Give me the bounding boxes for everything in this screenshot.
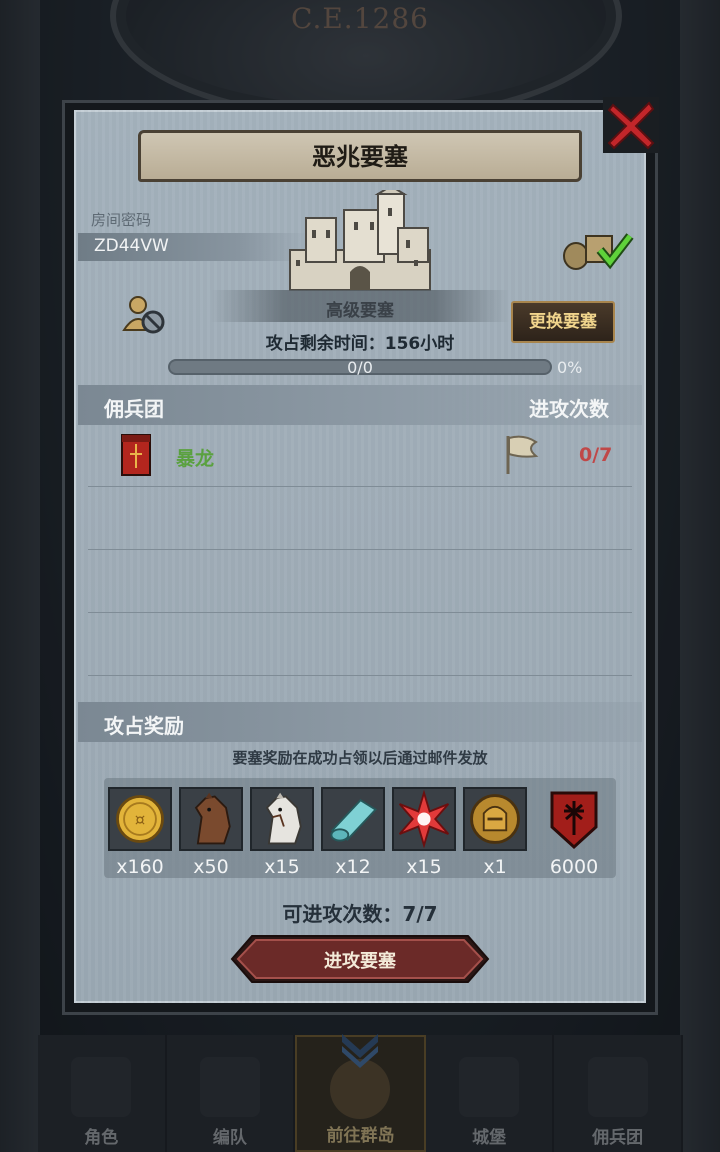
reward-quantity: 6000 <box>549 856 599 878</box>
gold-coin-icon[interactable]: ¤ <box>108 787 172 851</box>
reward-quantity: x15 <box>406 856 442 878</box>
reward-quantity: x50 <box>193 856 229 878</box>
time-remaining: 攻占剩余时间：156小时 <box>265 334 455 354</box>
list-divider <box>88 549 632 550</box>
attack-count-header: 进攻次数 <box>529 397 609 421</box>
list-divider <box>88 486 632 487</box>
mercenary-name[interactable]: 暴龙 <box>176 444 214 471</box>
red-banner-icon <box>121 434 151 476</box>
red-shield-emblem-icon[interactable] <box>542 787 606 851</box>
capture-progress-text: 0/0 <box>347 358 373 377</box>
list-divider <box>88 675 632 676</box>
mercenary-header: 佣兵团 <box>104 397 164 421</box>
reward-quantity: x160 <box>116 856 164 878</box>
mercenary-attack-count: 0/7 <box>579 444 613 466</box>
supplies-check-icon <box>563 233 634 270</box>
reward-quantity: x15 <box>264 856 300 878</box>
list-divider <box>88 612 632 613</box>
cloth-bolt-icon[interactable] <box>321 787 385 851</box>
room-code-label: 房间密码 <box>91 211 152 229</box>
close-icon[interactable] <box>603 97 659 153</box>
reward-quantity: x12 <box>335 856 371 878</box>
fortress-level: 高级要塞 <box>326 301 394 321</box>
reward-quantity: x1 <box>483 856 507 878</box>
red-star-icon[interactable] <box>392 787 456 851</box>
remaining-attacks: 可进攻次数：7/7 <box>282 902 438 926</box>
brown-horse-icon[interactable] <box>179 787 243 851</box>
svg-text:¤: ¤ <box>135 810 146 830</box>
fortress-castle-icon <box>289 190 431 291</box>
dialog-title: 恶兆要塞 <box>312 143 408 171</box>
room-code-value[interactable]: ZD44VW <box>94 236 169 256</box>
attack-fortress-label[interactable]: 进攻要塞 <box>230 947 490 973</box>
reward-header: 攻占奖励 <box>104 714 184 738</box>
reward-note: 要塞奖励在成功占领以后通过邮件发放 <box>232 749 488 767</box>
user-blocked-icon[interactable] <box>122 294 166 336</box>
white-horse-icon[interactable] <box>250 787 314 851</box>
flag-icon <box>506 435 539 474</box>
knight-helmet-medal-icon[interactable] <box>463 787 527 851</box>
capture-progress-percent: 0% <box>557 358 583 377</box>
